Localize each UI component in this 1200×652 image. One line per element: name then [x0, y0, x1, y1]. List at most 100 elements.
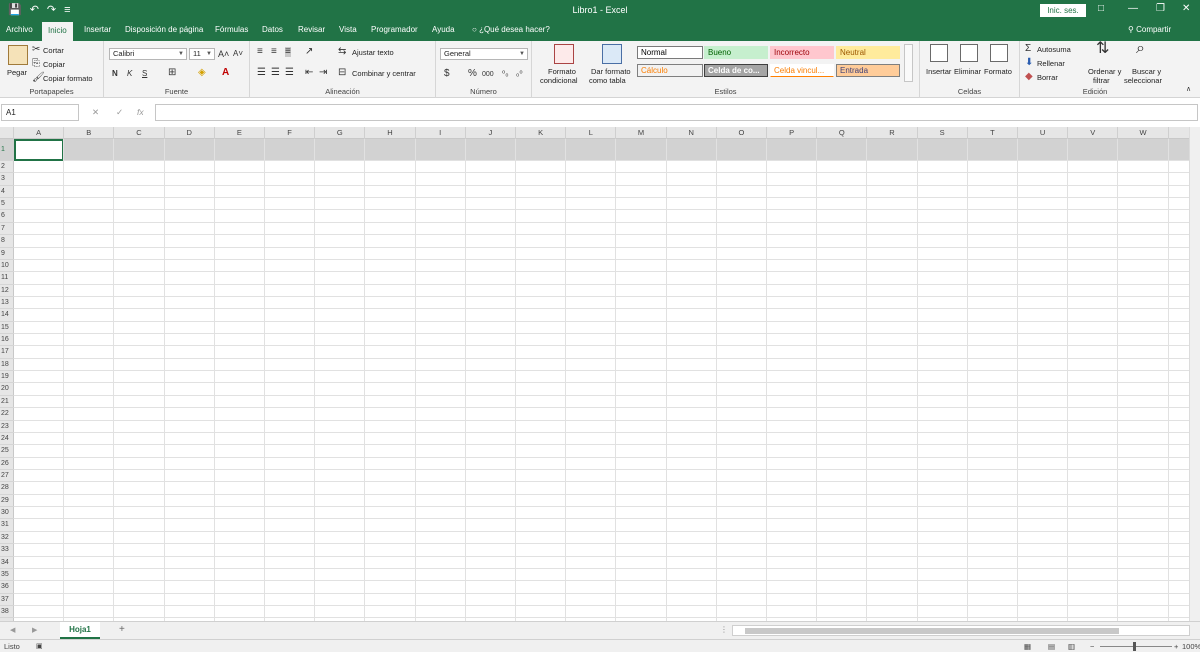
tab-formulas[interactable]: Fórmulas: [215, 25, 248, 34]
conditional-format-label-1[interactable]: Formato: [548, 67, 576, 76]
row-header[interactable]: 29: [0, 495, 14, 508]
row-header[interactable]: 33: [0, 544, 14, 557]
formula-input[interactable]: [155, 104, 1198, 121]
column-header[interactable]: B: [64, 127, 115, 139]
row-header[interactable]: 20: [0, 383, 14, 396]
row-header[interactable]: 7: [0, 223, 14, 236]
merge-center-button[interactable]: Combinar y centrar: [352, 69, 416, 78]
style-calculo[interactable]: Cálculo: [637, 64, 703, 77]
align-top-icon[interactable]: ≡: [257, 47, 263, 57]
styles-gallery-scroll[interactable]: [904, 44, 913, 82]
fill-button[interactable]: Rellenar: [1037, 59, 1065, 68]
align-center-icon[interactable]: ☰: [271, 68, 280, 78]
row-header[interactable]: 17: [0, 346, 14, 359]
column-header[interactable]: E: [215, 127, 265, 139]
bold-button[interactable]: N: [112, 69, 118, 79]
format-cells-button[interactable]: Formato: [984, 67, 1012, 76]
style-celda-comprobacion[interactable]: Celda de co...: [704, 64, 768, 77]
paste-icon[interactable]: [8, 45, 28, 65]
share-button[interactable]: ⚲ Compartir: [1128, 25, 1171, 34]
tab-programador[interactable]: Programador: [371, 25, 418, 34]
row-header[interactable]: 26: [0, 458, 14, 470]
page-layout-view-icon[interactable]: ▤: [1048, 642, 1055, 651]
add-sheet-icon[interactable]: +: [119, 625, 125, 635]
style-neutral[interactable]: Neutral: [836, 46, 900, 59]
vertical-scrollbar[interactable]: [1189, 127, 1200, 621]
page-break-view-icon[interactable]: ▥: [1068, 642, 1075, 651]
row-header[interactable]: 22: [0, 408, 14, 421]
column-header[interactable]: M: [616, 127, 667, 139]
increase-indent-icon[interactable]: ⇥: [319, 68, 327, 78]
column-header[interactable]: C: [114, 127, 165, 139]
delete-cells-icon[interactable]: [960, 44, 978, 62]
eraser-icon[interactable]: ◆: [1025, 72, 1033, 82]
zoom-out-icon[interactable]: −: [1090, 642, 1094, 651]
collapse-ribbon-icon[interactable]: ∧: [1186, 85, 1191, 95]
autosum-button[interactable]: Autosuma: [1037, 45, 1071, 54]
style-celda-vinculada[interactable]: Celda vincul...: [770, 64, 834, 77]
tab-revisar[interactable]: Revisar: [298, 25, 325, 34]
row-header[interactable]: 21: [0, 396, 14, 409]
conditional-format-icon[interactable]: [554, 44, 574, 64]
comma-style-button[interactable]: 000: [482, 70, 494, 80]
column-header[interactable]: T: [968, 127, 1018, 139]
tell-me-search[interactable]: ○ ¿Qué desea hacer?: [472, 25, 550, 34]
column-header[interactable]: Q: [817, 127, 868, 139]
fill-color-icon[interactable]: ◈: [198, 68, 206, 78]
row-header[interactable]: 18: [0, 359, 14, 372]
zoom-slider-thumb[interactable]: [1133, 642, 1136, 651]
row-header[interactable]: 30: [0, 507, 14, 520]
format-as-table-label-1[interactable]: Dar formato: [591, 67, 631, 76]
font-name-select[interactable]: Calibri ▼: [109, 48, 187, 60]
sort-filter-icon[interactable]: ⇅: [1096, 41, 1109, 57]
row-header[interactable]: 34: [0, 557, 14, 569]
row-header[interactable]: 19: [0, 371, 14, 384]
cell-area[interactable]: [14, 139, 1189, 621]
select-all-corner[interactable]: [0, 127, 14, 139]
align-left-icon[interactable]: ☰: [257, 68, 266, 78]
column-header[interactable]: G: [315, 127, 366, 139]
tab-ayuda[interactable]: Ayuda: [432, 25, 455, 34]
number-format-select[interactable]: General ▼: [440, 48, 528, 60]
column-header[interactable]: R: [867, 127, 918, 139]
row-header[interactable]: 27: [0, 470, 14, 483]
tab-archivo[interactable]: Archivo: [6, 25, 33, 34]
column-header[interactable]: W: [1118, 127, 1169, 139]
fill-icon[interactable]: ⬇: [1025, 58, 1033, 68]
paste-button[interactable]: Pegar: [7, 68, 27, 77]
horizontal-scrollbar[interactable]: [732, 625, 1190, 636]
delete-cells-button[interactable]: Eliminar: [954, 67, 981, 76]
column-header[interactable]: P: [767, 127, 818, 139]
column-header[interactable]: K: [516, 127, 567, 139]
align-bottom-icon[interactable]: ≡: [285, 47, 291, 57]
merge-icon[interactable]: ⊟: [338, 68, 346, 78]
column-header[interactable]: S: [918, 127, 968, 139]
column-header[interactable]: J: [466, 127, 516, 139]
row-header[interactable]: 15: [0, 322, 14, 335]
italic-button[interactable]: K: [127, 69, 132, 79]
row-header[interactable]: 38: [0, 606, 14, 619]
enter-icon[interactable]: ✓: [116, 107, 123, 118]
tab-datos[interactable]: Datos: [262, 25, 283, 34]
scissors-icon[interactable]: ✂: [32, 45, 40, 55]
row-header[interactable]: 3: [0, 173, 14, 186]
column-header[interactable]: V: [1068, 127, 1119, 139]
row-header[interactable]: 13: [0, 297, 14, 310]
copy-icon[interactable]: ⎘: [32, 59, 40, 69]
column-header[interactable]: O: [717, 127, 767, 139]
column-header[interactable]: U: [1018, 127, 1069, 139]
insert-cells-icon[interactable]: [930, 44, 948, 62]
column-header[interactable]: N: [667, 127, 717, 139]
format-as-table-label-2[interactable]: como tabla: [589, 76, 626, 85]
row-header[interactable]: 23: [0, 421, 14, 433]
cut-button[interactable]: Cortar: [43, 46, 64, 55]
sheet-tab-hoja1[interactable]: Hoja1: [60, 622, 100, 639]
row-header[interactable]: 5: [0, 198, 14, 211]
row-header[interactable]: 6: [0, 210, 14, 223]
row-header[interactable]: 24: [0, 433, 14, 446]
font-color-icon[interactable]: A: [222, 68, 229, 78]
row-header[interactable]: 16: [0, 334, 14, 347]
style-normal[interactable]: Normal: [637, 46, 703, 59]
row-header[interactable]: 28: [0, 482, 14, 495]
currency-button[interactable]: $: [444, 69, 450, 79]
